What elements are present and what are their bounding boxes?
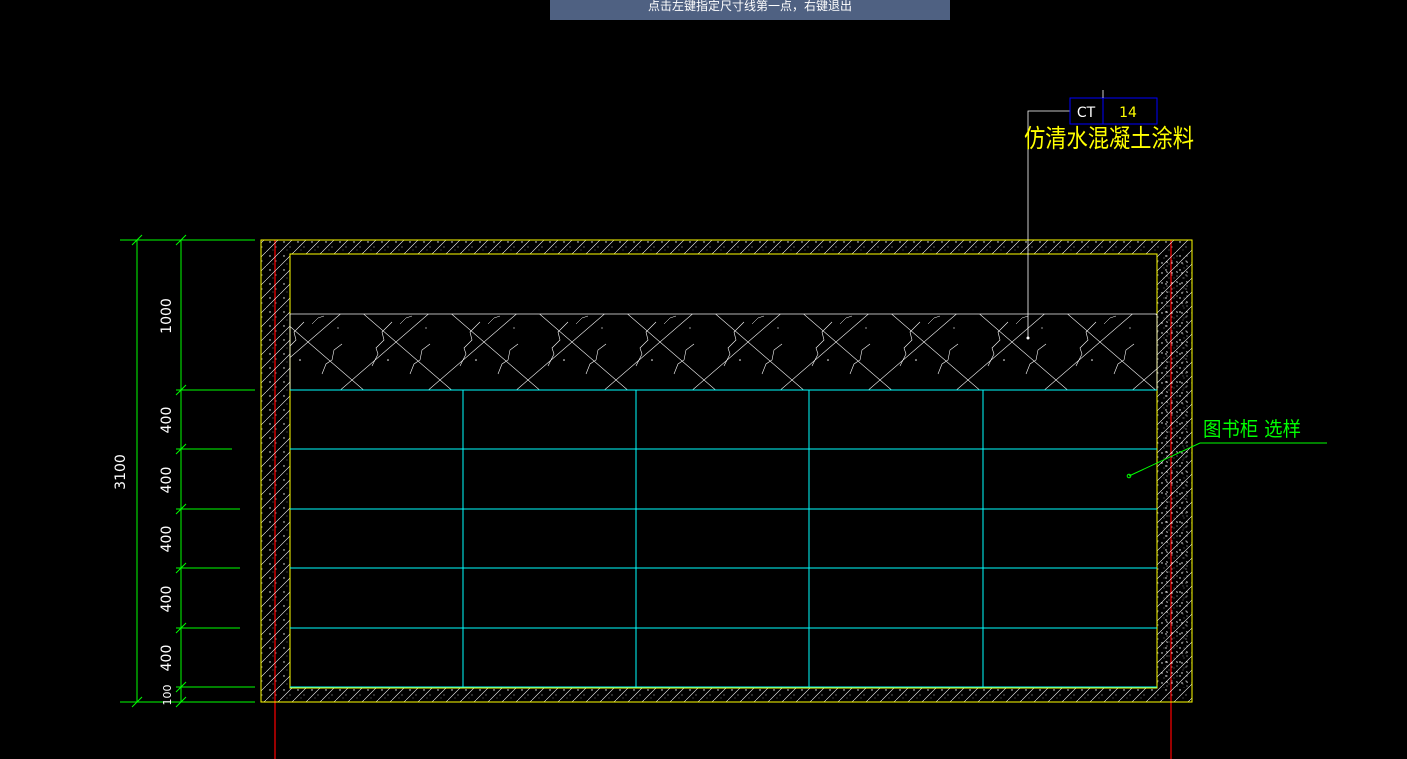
command-prompt-bar: 点击左键指定尺寸线第一点，右键退出 [550, 0, 950, 20]
cad-drawing-canvas[interactable]: 3100 1000 400 400 400 400 400 100 CT 14 … [0, 0, 1407, 759]
material-tag-number: 14 [1119, 105, 1137, 121]
dimension-segment-label: 400 [159, 645, 175, 672]
wall-outer-outline [260, 239, 1193, 703]
dimension-segment-label: 400 [159, 526, 175, 553]
cabinet-label: 图书柜 选样 [1203, 417, 1301, 441]
wall-hatched-frame [261, 240, 1192, 702]
dimension-segment-label: 400 [159, 467, 175, 494]
material-tag-code: CT [1077, 105, 1096, 121]
dimension-segment-label: 400 [159, 407, 175, 434]
dimension-segment-label: 400 [159, 586, 175, 613]
wall-side-speckle-right [1157, 254, 1192, 688]
command-prompt-text: 点击左键指定尺寸线第一点，右键退出 [647, 0, 852, 13]
dimension-segment-label: 1000 [159, 298, 175, 334]
dimension-total-label: 3100 [113, 454, 129, 490]
concrete-band [289, 313, 1158, 391]
material-description: 仿清水混凝土涂料 [1024, 124, 1194, 153]
bookcase-grid [290, 389, 1157, 688]
dimension-labels: 3100 1000 400 400 400 400 400 100 [113, 298, 175, 705]
dimension-segment-label: 100 [161, 685, 174, 706]
material-leader-dot [1026, 336, 1030, 340]
dimension-chain [120, 234, 255, 708]
